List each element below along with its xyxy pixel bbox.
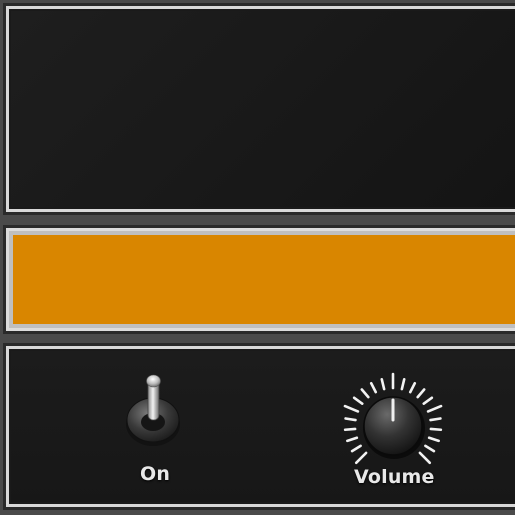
- volume-scale-tick: [429, 417, 442, 422]
- volume-scale-tick: [380, 378, 386, 391]
- accent-strip: [6, 228, 515, 331]
- volume-knob-dial: [343, 372, 443, 465]
- volume-scale-tick: [426, 404, 443, 413]
- volume-scale-tick: [354, 451, 368, 465]
- volume-scale-tick: [352, 396, 364, 405]
- volume-scale-tick: [416, 388, 426, 399]
- power-toggle-label: On: [140, 463, 171, 485]
- volume-scale-tick: [400, 378, 406, 391]
- volume-scale-tick: [343, 427, 357, 432]
- volume-scale-tick: [422, 396, 434, 405]
- display-panel: [6, 6, 515, 212]
- volume-knob-label: Volume: [354, 466, 435, 488]
- volume-scale-tick: [360, 388, 370, 399]
- power-toggle-switch[interactable]: [118, 368, 188, 448]
- volume-scale-tick: [424, 444, 436, 453]
- volume-scale-tick: [418, 451, 432, 465]
- toggle-switch-icon: [126, 374, 180, 446]
- volume-scale-tick: [429, 427, 443, 432]
- volume-scale-tick: [369, 381, 378, 394]
- volume-scale-tick: [344, 417, 357, 422]
- volume-knob[interactable]: [327, 360, 459, 470]
- volume-scale-tick: [343, 404, 360, 413]
- volume-scale-tick: [408, 381, 417, 394]
- volume-scale-tick: [346, 436, 359, 443]
- volume-scale-tick: [427, 436, 440, 443]
- volume-scale-tick: [350, 444, 362, 453]
